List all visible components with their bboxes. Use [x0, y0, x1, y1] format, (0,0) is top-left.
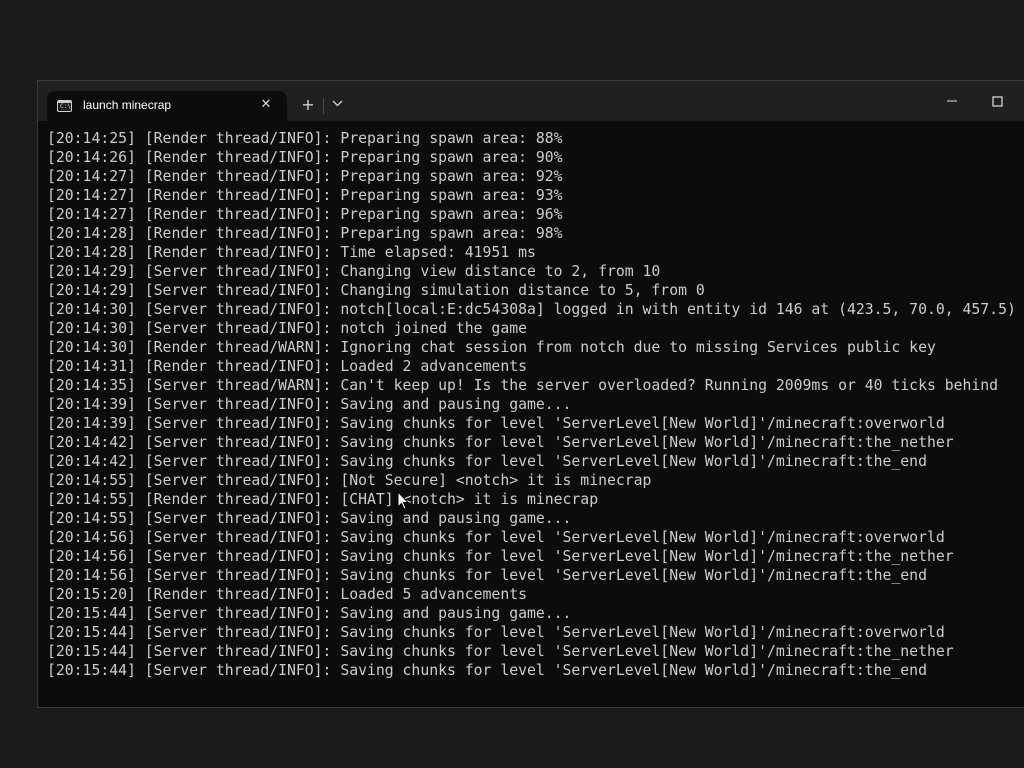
log-line: [20:14:28] [Render thread/INFO]: Time el… [47, 244, 536, 261]
terminal-output[interactable]: [20:14:25] [Render thread/INFO]: Prepari… [38, 121, 1024, 707]
log-line: [20:14:29] [Server thread/INFO]: Changin… [47, 263, 661, 280]
log-line: [20:14:30] [Server thread/INFO]: notch j… [47, 320, 527, 337]
title-bar[interactable]: C:\ launch minecrap ✕ + [38, 81, 1024, 121]
log-line: [20:14:56] [Server thread/INFO]: Saving … [47, 567, 927, 584]
minimize-icon [947, 100, 957, 102]
terminal-icon: C:\ [57, 100, 72, 112]
log-line: [20:14:39] [Server thread/INFO]: Saving … [47, 396, 572, 413]
log-line: [20:14:56] [Server thread/INFO]: Saving … [47, 529, 945, 546]
new-tab-button[interactable]: + [298, 95, 318, 115]
close-icon[interactable]: ✕ [257, 96, 275, 114]
log-line: [20:14:35] [Server thread/WARN]: Can't k… [47, 377, 999, 394]
log-line: [20:14:42] [Server thread/INFO]: Saving … [47, 434, 954, 451]
log-line: [20:14:56] [Server thread/INFO]: Saving … [47, 548, 954, 565]
tab-title: launch minecrap [83, 98, 172, 112]
log-line: [20:14:27] [Render thread/INFO]: Prepari… [47, 206, 563, 223]
log-line: [20:14:28] [Render thread/INFO]: Prepari… [47, 225, 563, 242]
chevron-down-icon[interactable] [328, 95, 348, 115]
log-line: [20:14:31] [Render thread/INFO]: Loaded … [47, 358, 527, 375]
log-line: [20:15:44] [Server thread/INFO]: Saving … [47, 624, 945, 641]
log-line: [20:14:55] [Server thread/INFO]: Saving … [47, 510, 572, 527]
log-line: [20:15:44] [Server thread/INFO]: Saving … [47, 605, 572, 622]
log-line: [20:14:30] [Server thread/INFO]: notch[l… [47, 301, 1016, 318]
log-line: [20:14:55] [Server thread/INFO]: [Not Se… [47, 472, 652, 489]
log-line: [20:15:20] [Render thread/INFO]: Loaded … [47, 586, 527, 603]
log-line: [20:15:44] [Server thread/INFO]: Saving … [47, 662, 927, 679]
log-line: [20:14:26] [Render thread/INFO]: Prepari… [47, 149, 563, 166]
log-line: [20:14:25] [Render thread/INFO]: Prepari… [47, 130, 563, 147]
maximize-icon [992, 96, 1003, 107]
log-line: [20:14:42] [Server thread/INFO]: Saving … [47, 453, 927, 470]
tab-divider [323, 98, 324, 114]
minimize-button[interactable] [938, 89, 966, 113]
mouse-pointer-icon [397, 491, 409, 510]
desktop: C:\ launch minecrap ✕ + [20:14:25] [Rend… [0, 0, 1024, 768]
log-line: [20:14:27] [Render thread/INFO]: Prepari… [47, 187, 563, 204]
log-line: [20:14:55] [Render thread/INFO]: [CHAT] … [47, 491, 599, 508]
tab-launch-minecrap[interactable]: C:\ launch minecrap ✕ [47, 91, 287, 121]
maximize-button[interactable] [984, 89, 1012, 113]
log-line: [20:14:29] [Server thread/INFO]: Changin… [47, 282, 705, 299]
log-line: [20:14:27] [Render thread/INFO]: Prepari… [47, 168, 563, 185]
log-line: [20:15:44] [Server thread/INFO]: Saving … [47, 643, 954, 660]
terminal-window: C:\ launch minecrap ✕ + [20:14:25] [Rend… [37, 80, 1024, 708]
log-line: [20:14:30] [Render thread/WARN]: Ignorin… [47, 339, 936, 356]
log-line: [20:14:39] [Server thread/INFO]: Saving … [47, 415, 945, 432]
